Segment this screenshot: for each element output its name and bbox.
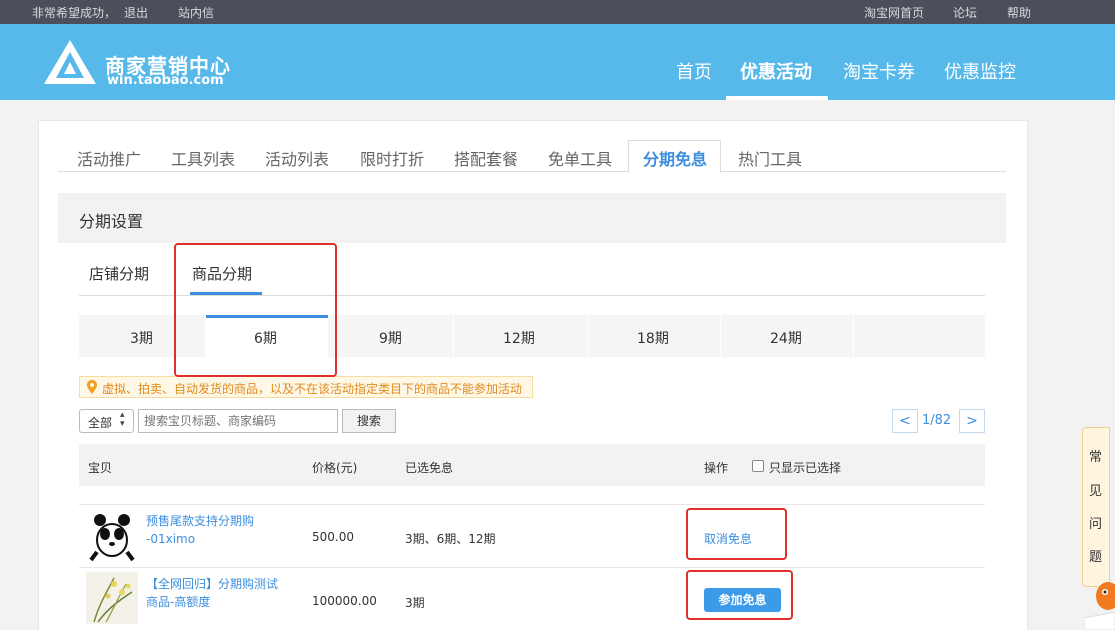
orchid-image[interactable] (86, 572, 138, 624)
site-header: 商家营销中心 win.taobao.com 首页 优惠活动 淘宝卡券 优惠监控 (0, 24, 1115, 100)
faq-char: 常 (1089, 450, 1103, 465)
section-header (58, 193, 1006, 243)
tab-activity-list[interactable]: 活动列表 (265, 146, 329, 170)
tab-installment-free[interactable]: 分期免息 (643, 146, 707, 170)
pager-text: 1/82 (922, 413, 952, 428)
product-price: 100000.00 (312, 594, 377, 608)
period-label-3: 3期 (130, 331, 153, 347)
notice-text: 虚拟、拍卖、自动发货的商品，以及不在该活动指定类目下的商品不能参加活动 (102, 382, 523, 396)
highlight-box-join (686, 570, 793, 620)
pager-prev-button[interactable]: < (892, 409, 918, 433)
highlight-box-cancel (686, 508, 787, 560)
mascot-icon[interactable] (1084, 568, 1115, 630)
nav-active-indicator (726, 96, 828, 100)
search-button[interactable]: 搜索 (342, 409, 396, 433)
row-divider (79, 567, 985, 568)
top-utility-bar: 非常希望成功， 退出 站内信 淘宝网首页 论坛 帮助 (0, 0, 1115, 24)
period-label-18: 18期 (637, 331, 669, 347)
th-action: 操作 (704, 461, 729, 475)
table-header (79, 444, 985, 486)
subtab-store-installment[interactable]: 店铺分期 (89, 263, 149, 284)
product-name-link[interactable]: 预售尾款支持分期购 -01ximo (146, 512, 296, 548)
faq-char: 问 (1089, 517, 1103, 532)
only-selected-label: 只显示已选择 (769, 461, 842, 475)
logout-link[interactable]: 退出 (124, 4, 148, 21)
nav-home[interactable]: 首页 (676, 58, 712, 84)
section-title: 分期设置 (79, 212, 144, 231)
username-link[interactable]: 非常希望成功， (32, 4, 116, 21)
tab-free-order[interactable]: 免单工具 (548, 146, 612, 170)
logo-subtitle: win.taobao.com (107, 73, 224, 88)
product-name-link[interactable]: 【全网回归】分期购测试商品-高额度 (146, 575, 286, 611)
faq-char: 见 (1089, 484, 1103, 499)
selected-periods: 3期 (405, 596, 425, 610)
tab-hot-tools[interactable]: 热门工具 (738, 146, 802, 170)
nav-promotions[interactable]: 优惠活动 (740, 58, 812, 84)
period-label-24: 24期 (770, 331, 802, 347)
tab-promotion[interactable]: 活动推广 (77, 146, 141, 170)
faq-char: 题 (1089, 550, 1103, 565)
nav-cards[interactable]: 淘宝卡券 (843, 58, 915, 84)
pager-next-button[interactable]: > (959, 409, 985, 433)
tab-limited-discount[interactable]: 限时打折 (360, 146, 424, 170)
select-updown-icon: ▴ ▾ (120, 410, 125, 429)
product-price: 500.00 (312, 530, 354, 544)
forum-link[interactable]: 论坛 (953, 4, 977, 21)
th-item: 宝贝 (88, 461, 113, 475)
help-link[interactable]: 帮助 (1007, 4, 1031, 21)
logo-icon[interactable] (42, 38, 98, 88)
highlight-box-product-installment (174, 243, 337, 377)
location-pin-icon (87, 380, 97, 394)
th-price: 价格(元) (312, 461, 358, 475)
search-input[interactable] (138, 409, 338, 433)
only-selected-checkbox[interactable] (752, 460, 764, 472)
period-label-9: 9期 (379, 331, 402, 347)
tab-tool-list[interactable]: 工具列表 (171, 146, 235, 170)
tab-bundle[interactable]: 搭配套餐 (454, 146, 518, 170)
messages-link[interactable]: 站内信 (178, 4, 214, 21)
nav-monitor[interactable]: 优惠监控 (944, 58, 1016, 84)
selected-periods: 3期、6期、12期 (405, 532, 496, 546)
taobao-home-link[interactable]: 淘宝网首页 (864, 4, 924, 21)
panda-image[interactable] (86, 510, 138, 562)
period-label-12: 12期 (503, 331, 535, 347)
row-divider (79, 504, 985, 505)
th-selected: 已选免息 (405, 461, 454, 475)
category-select-value: 全部 (88, 416, 113, 430)
